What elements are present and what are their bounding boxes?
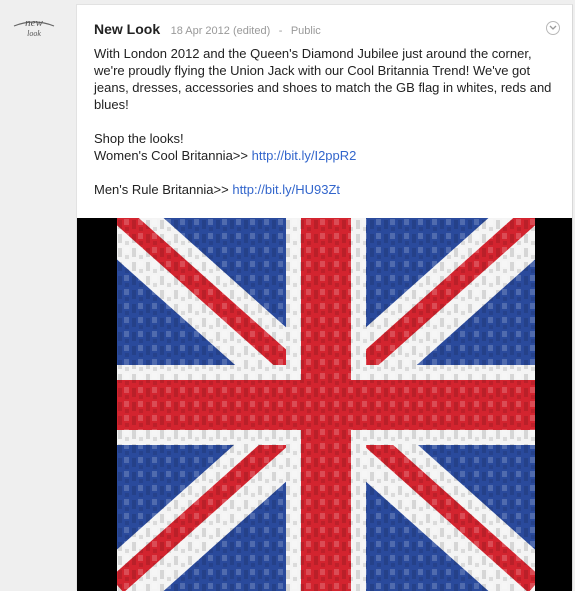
post-card: New Look 18 Apr 2012 (edited) - Public W… bbox=[76, 4, 573, 591]
chevron-down-icon bbox=[549, 25, 557, 30]
post-description: With London 2012 and the Queen's Diamond… bbox=[94, 46, 552, 112]
post-date[interactable]: 18 Apr 2012 (edited) bbox=[171, 25, 271, 37]
mens-link[interactable]: http://bit.ly/HU93Zt bbox=[232, 182, 340, 197]
post-menu-button[interactable] bbox=[546, 21, 560, 35]
avatar[interactable]: new look bbox=[8, 8, 60, 48]
new-look-logo: new look bbox=[13, 17, 55, 38]
post-body: With London 2012 and the Queen's Diamond… bbox=[94, 45, 562, 198]
womens-line: Women's Cool Britannia>> http://bit.ly/I… bbox=[94, 147, 562, 164]
post-header: New Look 18 Apr 2012 (edited) - Public bbox=[94, 21, 321, 39]
shop-heading: Shop the looks! bbox=[94, 131, 184, 146]
svg-text:look: look bbox=[27, 29, 41, 38]
mens-label: Men's Rule Britannia>> bbox=[94, 182, 233, 197]
header-separator: - bbox=[278, 25, 283, 37]
visibility-label[interactable]: Public bbox=[291, 25, 321, 37]
author-name[interactable]: New Look bbox=[94, 21, 160, 37]
svg-text:new: new bbox=[25, 17, 43, 29]
womens-link[interactable]: http://bit.ly/I2ppR2 bbox=[252, 148, 357, 163]
womens-label: Women's Cool Britannia>> bbox=[94, 148, 252, 163]
post-image-frame[interactable] bbox=[77, 218, 572, 591]
union-jack-clothing-image bbox=[117, 218, 535, 591]
mens-line: Men's Rule Britannia>> http://bit.ly/HU9… bbox=[94, 181, 562, 198]
